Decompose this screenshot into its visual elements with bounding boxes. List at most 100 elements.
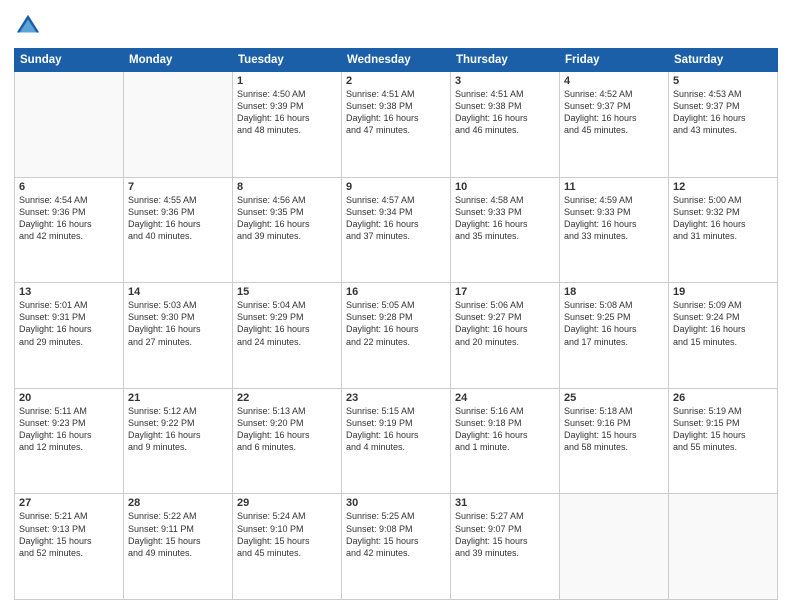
calendar-day-cell — [15, 72, 124, 178]
day-number: 11 — [564, 181, 664, 193]
page: SundayMondayTuesdayWednesdayThursdayFrid… — [0, 0, 792, 612]
day-info: Sunrise: 5:22 AMSunset: 9:11 PMDaylight:… — [128, 510, 228, 559]
day-number: 17 — [455, 286, 555, 298]
day-info: Sunrise: 5:21 AMSunset: 9:13 PMDaylight:… — [19, 510, 119, 559]
day-info: Sunrise: 4:54 AMSunset: 9:36 PMDaylight:… — [19, 194, 119, 243]
calendar-week-row: 20Sunrise: 5:11 AMSunset: 9:23 PMDayligh… — [15, 388, 778, 494]
calendar-day-cell: 2Sunrise: 4:51 AMSunset: 9:38 PMDaylight… — [342, 72, 451, 178]
day-number: 24 — [455, 392, 555, 404]
day-number: 8 — [237, 181, 337, 193]
day-info: Sunrise: 5:27 AMSunset: 9:07 PMDaylight:… — [455, 510, 555, 559]
calendar-week-row: 1Sunrise: 4:50 AMSunset: 9:39 PMDaylight… — [15, 72, 778, 178]
day-info: Sunrise: 5:18 AMSunset: 9:16 PMDaylight:… — [564, 405, 664, 454]
calendar-day-cell: 4Sunrise: 4:52 AMSunset: 9:37 PMDaylight… — [560, 72, 669, 178]
calendar-day-cell: 23Sunrise: 5:15 AMSunset: 9:19 PMDayligh… — [342, 388, 451, 494]
day-number: 10 — [455, 181, 555, 193]
day-number: 20 — [19, 392, 119, 404]
calendar-day-cell: 22Sunrise: 5:13 AMSunset: 9:20 PMDayligh… — [233, 388, 342, 494]
calendar-day-cell: 3Sunrise: 4:51 AMSunset: 9:38 PMDaylight… — [451, 72, 560, 178]
calendar-day-cell — [560, 494, 669, 600]
day-info: Sunrise: 4:58 AMSunset: 9:33 PMDaylight:… — [455, 194, 555, 243]
calendar-day-cell: 30Sunrise: 5:25 AMSunset: 9:08 PMDayligh… — [342, 494, 451, 600]
day-info: Sunrise: 4:50 AMSunset: 9:39 PMDaylight:… — [237, 88, 337, 137]
day-number: 21 — [128, 392, 228, 404]
calendar-day-cell: 8Sunrise: 4:56 AMSunset: 9:35 PMDaylight… — [233, 177, 342, 283]
calendar-week-row: 27Sunrise: 5:21 AMSunset: 9:13 PMDayligh… — [15, 494, 778, 600]
day-number: 3 — [455, 75, 555, 87]
day-info: Sunrise: 4:51 AMSunset: 9:38 PMDaylight:… — [455, 88, 555, 137]
day-number: 15 — [237, 286, 337, 298]
day-number: 14 — [128, 286, 228, 298]
day-info: Sunrise: 5:15 AMSunset: 9:19 PMDaylight:… — [346, 405, 446, 454]
day-number: 6 — [19, 181, 119, 193]
day-info: Sunrise: 5:25 AMSunset: 9:08 PMDaylight:… — [346, 510, 446, 559]
day-number: 12 — [673, 181, 773, 193]
day-info: Sunrise: 5:04 AMSunset: 9:29 PMDaylight:… — [237, 299, 337, 348]
day-info: Sunrise: 4:51 AMSunset: 9:38 PMDaylight:… — [346, 88, 446, 137]
calendar-day-cell: 31Sunrise: 5:27 AMSunset: 9:07 PMDayligh… — [451, 494, 560, 600]
calendar-day-cell: 10Sunrise: 4:58 AMSunset: 9:33 PMDayligh… — [451, 177, 560, 283]
calendar-day-cell: 16Sunrise: 5:05 AMSunset: 9:28 PMDayligh… — [342, 283, 451, 389]
day-number: 1 — [237, 75, 337, 87]
day-info: Sunrise: 4:52 AMSunset: 9:37 PMDaylight:… — [564, 88, 664, 137]
calendar-week-row: 6Sunrise: 4:54 AMSunset: 9:36 PMDaylight… — [15, 177, 778, 283]
calendar-day-cell: 14Sunrise: 5:03 AMSunset: 9:30 PMDayligh… — [124, 283, 233, 389]
calendar-day-cell — [669, 494, 778, 600]
calendar-day-header: Saturday — [669, 49, 778, 72]
day-number: 29 — [237, 497, 337, 509]
day-number: 18 — [564, 286, 664, 298]
day-number: 25 — [564, 392, 664, 404]
calendar-table: SundayMondayTuesdayWednesdayThursdayFrid… — [14, 48, 778, 600]
day-info: Sunrise: 4:55 AMSunset: 9:36 PMDaylight:… — [128, 194, 228, 243]
day-info: Sunrise: 4:57 AMSunset: 9:34 PMDaylight:… — [346, 194, 446, 243]
day-info: Sunrise: 5:05 AMSunset: 9:28 PMDaylight:… — [346, 299, 446, 348]
calendar-day-cell: 19Sunrise: 5:09 AMSunset: 9:24 PMDayligh… — [669, 283, 778, 389]
calendar-day-header: Wednesday — [342, 49, 451, 72]
day-number: 26 — [673, 392, 773, 404]
day-number: 19 — [673, 286, 773, 298]
calendar-header-row: SundayMondayTuesdayWednesdayThursdayFrid… — [15, 49, 778, 72]
calendar-day-header: Sunday — [15, 49, 124, 72]
calendar-day-cell: 9Sunrise: 4:57 AMSunset: 9:34 PMDaylight… — [342, 177, 451, 283]
day-number: 5 — [673, 75, 773, 87]
day-info: Sunrise: 5:16 AMSunset: 9:18 PMDaylight:… — [455, 405, 555, 454]
day-number: 30 — [346, 497, 446, 509]
day-number: 7 — [128, 181, 228, 193]
calendar-day-header: Monday — [124, 49, 233, 72]
day-number: 4 — [564, 75, 664, 87]
calendar-day-cell: 29Sunrise: 5:24 AMSunset: 9:10 PMDayligh… — [233, 494, 342, 600]
day-number: 31 — [455, 497, 555, 509]
calendar-day-cell: 27Sunrise: 5:21 AMSunset: 9:13 PMDayligh… — [15, 494, 124, 600]
calendar-day-cell: 20Sunrise: 5:11 AMSunset: 9:23 PMDayligh… — [15, 388, 124, 494]
calendar-day-cell: 18Sunrise: 5:08 AMSunset: 9:25 PMDayligh… — [560, 283, 669, 389]
calendar-day-header: Tuesday — [233, 49, 342, 72]
day-number: 27 — [19, 497, 119, 509]
day-info: Sunrise: 5:11 AMSunset: 9:23 PMDaylight:… — [19, 405, 119, 454]
calendar-day-cell: 6Sunrise: 4:54 AMSunset: 9:36 PMDaylight… — [15, 177, 124, 283]
day-info: Sunrise: 4:59 AMSunset: 9:33 PMDaylight:… — [564, 194, 664, 243]
day-info: Sunrise: 5:06 AMSunset: 9:27 PMDaylight:… — [455, 299, 555, 348]
day-number: 2 — [346, 75, 446, 87]
day-number: 22 — [237, 392, 337, 404]
calendar-day-header: Friday — [560, 49, 669, 72]
day-info: Sunrise: 5:24 AMSunset: 9:10 PMDaylight:… — [237, 510, 337, 559]
calendar-day-header: Thursday — [451, 49, 560, 72]
day-info: Sunrise: 5:19 AMSunset: 9:15 PMDaylight:… — [673, 405, 773, 454]
calendar-day-cell: 11Sunrise: 4:59 AMSunset: 9:33 PMDayligh… — [560, 177, 669, 283]
day-number: 16 — [346, 286, 446, 298]
day-number: 13 — [19, 286, 119, 298]
calendar-day-cell: 25Sunrise: 5:18 AMSunset: 9:16 PMDayligh… — [560, 388, 669, 494]
day-number: 23 — [346, 392, 446, 404]
calendar-day-cell: 13Sunrise: 5:01 AMSunset: 9:31 PMDayligh… — [15, 283, 124, 389]
day-info: Sunrise: 5:01 AMSunset: 9:31 PMDaylight:… — [19, 299, 119, 348]
calendar-day-cell: 17Sunrise: 5:06 AMSunset: 9:27 PMDayligh… — [451, 283, 560, 389]
day-info: Sunrise: 4:56 AMSunset: 9:35 PMDaylight:… — [237, 194, 337, 243]
calendar-day-cell: 21Sunrise: 5:12 AMSunset: 9:22 PMDayligh… — [124, 388, 233, 494]
day-number: 28 — [128, 497, 228, 509]
calendar-day-cell: 5Sunrise: 4:53 AMSunset: 9:37 PMDaylight… — [669, 72, 778, 178]
header — [14, 12, 778, 40]
calendar-day-cell: 28Sunrise: 5:22 AMSunset: 9:11 PMDayligh… — [124, 494, 233, 600]
calendar-day-cell: 15Sunrise: 5:04 AMSunset: 9:29 PMDayligh… — [233, 283, 342, 389]
calendar-day-cell: 24Sunrise: 5:16 AMSunset: 9:18 PMDayligh… — [451, 388, 560, 494]
calendar-day-cell: 7Sunrise: 4:55 AMSunset: 9:36 PMDaylight… — [124, 177, 233, 283]
